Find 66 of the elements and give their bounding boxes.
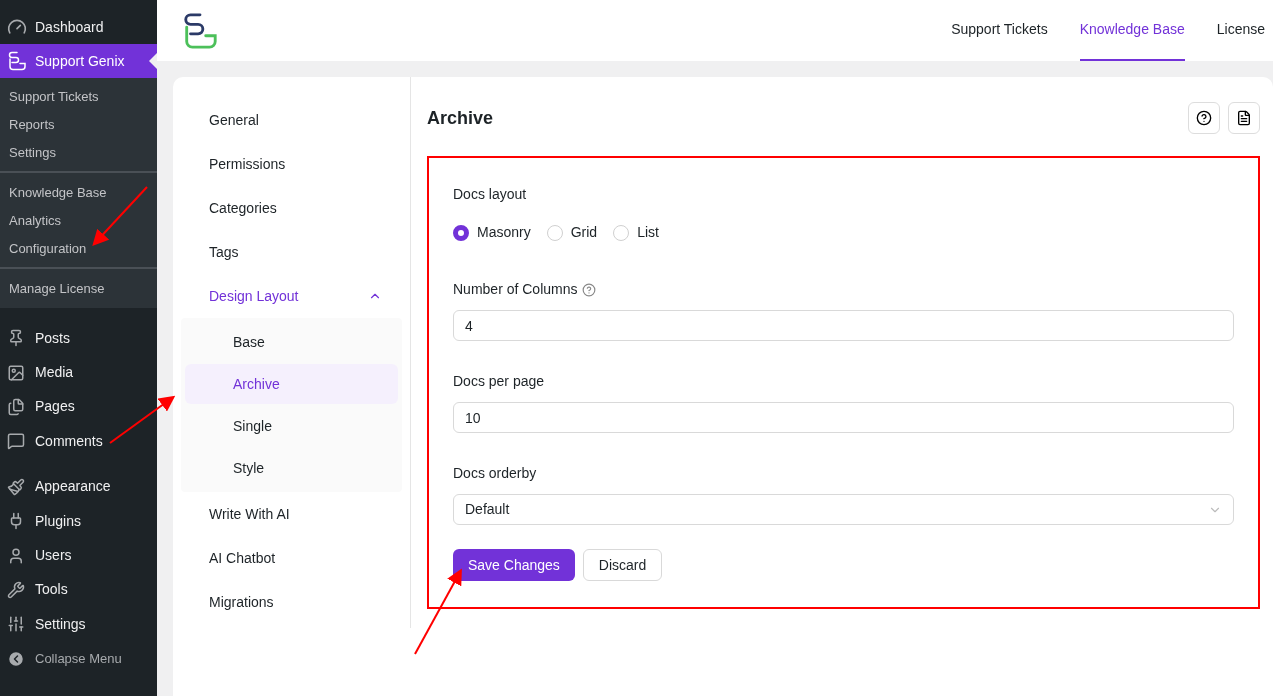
pin-icon <box>7 329 25 348</box>
gauge-icon <box>7 17 27 37</box>
submenu-item[interactable]: Reports <box>0 111 157 139</box>
settings-subnav-item[interactable]: Style <box>185 448 398 488</box>
header-tab[interactable]: Support Tickets <box>951 0 1048 61</box>
field-label: Docs layout <box>453 185 528 204</box>
radio-option[interactable]: Grid <box>546 222 598 243</box>
sidebar-menu-item[interactable]: Settings <box>0 607 157 642</box>
discard-button[interactable]: Discard <box>582 549 663 581</box>
sidebar-menu-item[interactable]: Dashboard <box>0 10 157 44</box>
header-tab[interactable]: Knowledge Base <box>1079 0 1185 61</box>
collapse-icon <box>7 649 25 668</box>
field-label: Docs orderby <box>453 464 538 483</box>
sidebar-menu-item[interactable]: Media <box>0 355 157 390</box>
panel-title: Archive <box>427 106 494 130</box>
settings-subnav-item[interactable]: Archive <box>185 364 398 404</box>
settings-nav-item[interactable]: Tags <box>181 230 402 274</box>
submenu-item[interactable]: Settings <box>0 139 157 167</box>
settings-nav-item[interactable]: Write With AI <box>181 492 402 536</box>
field-label: Number of Columns <box>453 280 578 299</box>
annotation-arrow <box>109 395 176 444</box>
settings-nav-item[interactable]: Permissions <box>181 142 402 186</box>
select-field[interactable]: Default <box>453 494 1234 525</box>
settings-nav-item[interactable]: Design Layout <box>181 274 402 318</box>
submenu-item[interactable]: Manage License <box>0 275 157 303</box>
settings-nav-item[interactable]: AI Chatbot <box>181 536 402 580</box>
settings-nav-item[interactable]: General <box>181 98 402 142</box>
help-icon <box>581 282 596 297</box>
document-button[interactable] <box>1228 102 1260 134</box>
document-icon <box>1236 110 1252 126</box>
submenu-item[interactable]: Support Tickets <box>0 83 157 111</box>
help-button[interactable] <box>1188 102 1220 134</box>
submenu-item[interactable]: Knowledge Base <box>0 179 157 207</box>
sliders-icon <box>7 615 25 634</box>
pages-icon <box>7 397 25 416</box>
logo-icon <box>7 51 27 71</box>
settings-subnav-item[interactable]: Single <box>185 406 398 446</box>
speech-bubble-icon <box>7 432 25 451</box>
radio-option[interactable]: Masonry <box>453 222 531 243</box>
sidebar-menu-item[interactable]: Posts <box>0 321 157 356</box>
sidebar-menu-item[interactable]: Comments <box>0 424 157 459</box>
header-tab[interactable]: License <box>1216 0 1265 61</box>
sidebar-menu-item[interactable]: Appearance <box>0 469 157 504</box>
help-icon <box>1196 110 1212 126</box>
paintbrush-icon <box>7 477 25 496</box>
input-field[interactable]: 10 <box>453 402 1234 433</box>
sidebar-menu-item[interactable]: Tools <box>0 572 157 608</box>
settings-nav-item[interactable]: Migrations <box>181 580 402 624</box>
sidebar-menu-item[interactable]: Plugins <box>0 503 157 539</box>
submenu-item[interactable]: Configuration <box>0 235 157 263</box>
sidebar-menu-item[interactable]: Users <box>0 538 157 573</box>
user-icon <box>7 546 25 565</box>
collapse-menu-button[interactable]: Collapse Menu <box>0 641 157 676</box>
logo-icon <box>181 10 219 51</box>
save-button[interactable]: Save Changes <box>453 549 575 581</box>
sidebar-menu-item[interactable]: Pages <box>0 389 157 425</box>
radio-option[interactable]: List <box>613 222 659 243</box>
media-icon <box>7 363 25 382</box>
field-label: Docs per page <box>453 372 546 391</box>
sidebar-menu-item[interactable]: Support Genix <box>0 44 157 78</box>
settings-nav-item[interactable]: Categories <box>181 186 402 230</box>
submenu-item[interactable]: Analytics <box>0 207 157 235</box>
input-field[interactable]: 4 <box>453 310 1234 341</box>
radio-button[interactable] <box>453 224 469 241</box>
settings-subnav-item[interactable]: Base <box>185 322 398 362</box>
wrench-icon <box>7 580 25 599</box>
